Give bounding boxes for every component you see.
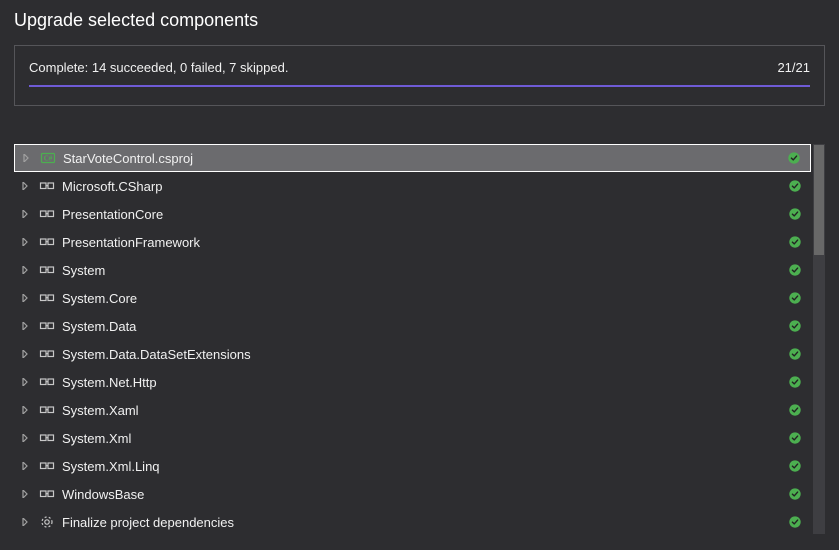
list-item[interactable]: System.Xaml xyxy=(14,396,811,424)
success-icon xyxy=(787,431,803,445)
list-item[interactable]: System.Core xyxy=(14,284,811,312)
success-icon xyxy=(787,207,803,221)
list-item[interactable]: WindowsBase xyxy=(14,480,811,508)
expander-icon[interactable] xyxy=(18,266,32,274)
expander-icon[interactable] xyxy=(19,154,33,162)
expander-icon[interactable] xyxy=(18,378,32,386)
item-label: System.Xml xyxy=(62,431,781,446)
list-item[interactable]: System.Data.DataSetExtensions xyxy=(14,340,811,368)
expander-icon[interactable] xyxy=(18,518,32,526)
success-icon xyxy=(787,319,803,333)
success-icon xyxy=(787,347,803,361)
reference-icon xyxy=(38,346,56,362)
success-icon xyxy=(787,235,803,249)
item-label: System.Net.Http xyxy=(62,375,781,390)
expander-icon[interactable] xyxy=(18,406,32,414)
item-label: System.Xml.Linq xyxy=(62,459,781,474)
success-icon xyxy=(787,291,803,305)
status-text: Complete: 14 succeeded, 0 failed, 7 skip… xyxy=(29,60,288,75)
expander-icon[interactable] xyxy=(18,490,32,498)
list-item[interactable]: System.Net.Http xyxy=(14,368,811,396)
success-icon xyxy=(787,375,803,389)
scrollbar-thumb[interactable] xyxy=(814,145,824,255)
list-item[interactable]: PresentationFramework xyxy=(14,228,811,256)
item-label: WindowsBase xyxy=(62,487,781,502)
reference-icon xyxy=(38,430,56,446)
item-label: Microsoft.CSharp xyxy=(62,179,781,194)
success-icon xyxy=(787,179,803,193)
reference-icon xyxy=(38,374,56,390)
csproj-icon xyxy=(39,150,57,166)
list-item[interactable]: System.Xml.Linq xyxy=(14,452,811,480)
expander-icon[interactable] xyxy=(18,350,32,358)
scrollbar[interactable] xyxy=(813,144,825,534)
progress-bar xyxy=(29,85,810,87)
expander-icon[interactable] xyxy=(18,294,32,302)
reference-icon xyxy=(38,206,56,222)
list-item[interactable]: Microsoft.CSharp xyxy=(14,172,811,200)
item-label: System.Data xyxy=(62,319,781,334)
reference-icon xyxy=(38,262,56,278)
success-icon xyxy=(787,459,803,473)
item-label: System.Xaml xyxy=(62,403,781,418)
success-icon xyxy=(787,263,803,277)
list-item[interactable]: System.Data xyxy=(14,312,811,340)
item-label: PresentationFramework xyxy=(62,235,781,250)
success-icon xyxy=(787,515,803,529)
item-label: System xyxy=(62,263,781,278)
item-label: Finalize project dependencies xyxy=(62,515,781,530)
component-list: StarVoteControl.csproj Microsoft.CSharp Pr… xyxy=(14,144,811,534)
reference-icon xyxy=(38,234,56,250)
item-label: System.Core xyxy=(62,291,781,306)
item-label: StarVoteControl.csproj xyxy=(63,151,780,166)
expander-icon[interactable] xyxy=(18,210,32,218)
reference-icon xyxy=(38,458,56,474)
reference-icon xyxy=(38,318,56,334)
reference-icon xyxy=(38,486,56,502)
expander-icon[interactable] xyxy=(18,322,32,330)
expander-icon[interactable] xyxy=(18,182,32,190)
list-item[interactable]: System xyxy=(14,256,811,284)
expander-icon[interactable] xyxy=(18,434,32,442)
success-icon xyxy=(786,151,802,165)
status-progress-count: 21/21 xyxy=(777,60,810,75)
expander-icon[interactable] xyxy=(18,238,32,246)
status-panel: Complete: 14 succeeded, 0 failed, 7 skip… xyxy=(14,45,825,106)
success-icon xyxy=(787,487,803,501)
page-title: Upgrade selected components xyxy=(14,10,825,31)
list-item[interactable]: PresentationCore xyxy=(14,200,811,228)
gear-icon xyxy=(38,514,56,530)
reference-icon xyxy=(38,178,56,194)
success-icon xyxy=(787,403,803,417)
expander-icon[interactable] xyxy=(18,462,32,470)
list-item[interactable]: Finalize project dependencies xyxy=(14,508,811,534)
item-label: PresentationCore xyxy=(62,207,781,222)
list-item[interactable]: StarVoteControl.csproj xyxy=(14,144,811,172)
item-label: System.Data.DataSetExtensions xyxy=(62,347,781,362)
list-item[interactable]: System.Xml xyxy=(14,424,811,452)
reference-icon xyxy=(38,290,56,306)
reference-icon xyxy=(38,402,56,418)
